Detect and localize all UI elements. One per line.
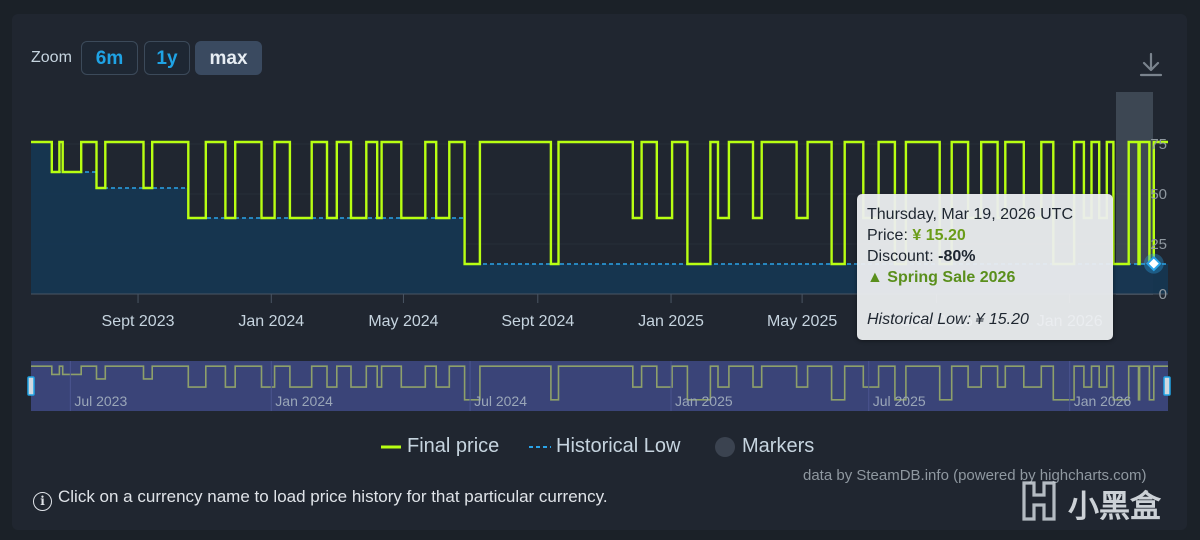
currency-info-note: i Click on a currency name to load price …	[33, 487, 608, 511]
xiaoheihe-logo-icon	[1022, 481, 1056, 521]
info-icon: i	[33, 492, 52, 511]
navigator-tick-label: Jan 2026	[1074, 393, 1132, 409]
tooltip-historical-low: Historical Low: ¥ 15.20	[867, 311, 1029, 328]
xiaoheihe-watermark: 小黑盒	[1018, 477, 1170, 525]
navigator-left-handle[interactable]	[27, 376, 35, 396]
historical-low-swatch-icon	[529, 445, 551, 448]
tooltip-price-value: ¥ 15.20	[912, 227, 966, 244]
y-tick-label: 0	[1159, 286, 1167, 303]
legend-final-price[interactable]: Final price	[380, 435, 499, 458]
y-tick-label: 25	[1150, 236, 1167, 253]
navigator-tick-label: Jul 2024	[474, 393, 527, 409]
legend-markers-label: Markers	[742, 435, 815, 457]
legend-markers[interactable]: Markers	[714, 435, 814, 458]
markers-swatch-icon	[715, 436, 735, 457]
y-tick-label: 50	[1150, 186, 1167, 203]
watermark-text: 小黑盒	[1068, 489, 1161, 525]
tooltip-discount-row: Discount: -80%	[867, 246, 1103, 267]
legend-historical-low-label: Historical Low	[556, 435, 681, 457]
tooltip-discount-label: Discount:	[867, 248, 934, 265]
info-text: Click on a currency name to load price h…	[58, 487, 608, 506]
x-tick-label: May 2024	[368, 313, 438, 330]
x-tick-label: May 2025	[767, 313, 837, 330]
tooltip-discount-value: -80%	[938, 248, 976, 265]
x-tick-label: Sept 2024	[501, 313, 574, 330]
tooltip-price-label: Price:	[867, 227, 908, 244]
navigator-tick-label: Jan 2025	[675, 393, 733, 409]
navigator-right-handle[interactable]	[1163, 376, 1171, 396]
navigator-tick-label: Jul 2025	[873, 393, 926, 409]
legend-final-price-label: Final price	[407, 435, 500, 457]
x-tick-label: Sept 2023	[102, 313, 175, 330]
tooltip-price-row: Price: ¥ 15.20	[867, 225, 1103, 246]
navigator-tick-label: Jan 2024	[275, 393, 333, 409]
price-tooltip: Thursday, Mar 19, 2026 UTC Price: ¥ 15.2…	[857, 194, 1113, 340]
final-price-swatch-icon	[381, 445, 401, 449]
legend-historical-low[interactable]: Historical Low	[528, 435, 680, 458]
x-tick-label: Jan 2024	[238, 313, 304, 330]
navigator-tick-label: Jul 2023	[74, 393, 127, 409]
tooltip-sale-event: ▲ Spring Sale 2026	[867, 269, 1016, 286]
y-tick-label: 75	[1150, 136, 1167, 153]
tooltip-date: Thursday, Mar 19, 2026 UTC	[867, 206, 1074, 223]
x-tick-label: Jan 2025	[638, 313, 704, 330]
